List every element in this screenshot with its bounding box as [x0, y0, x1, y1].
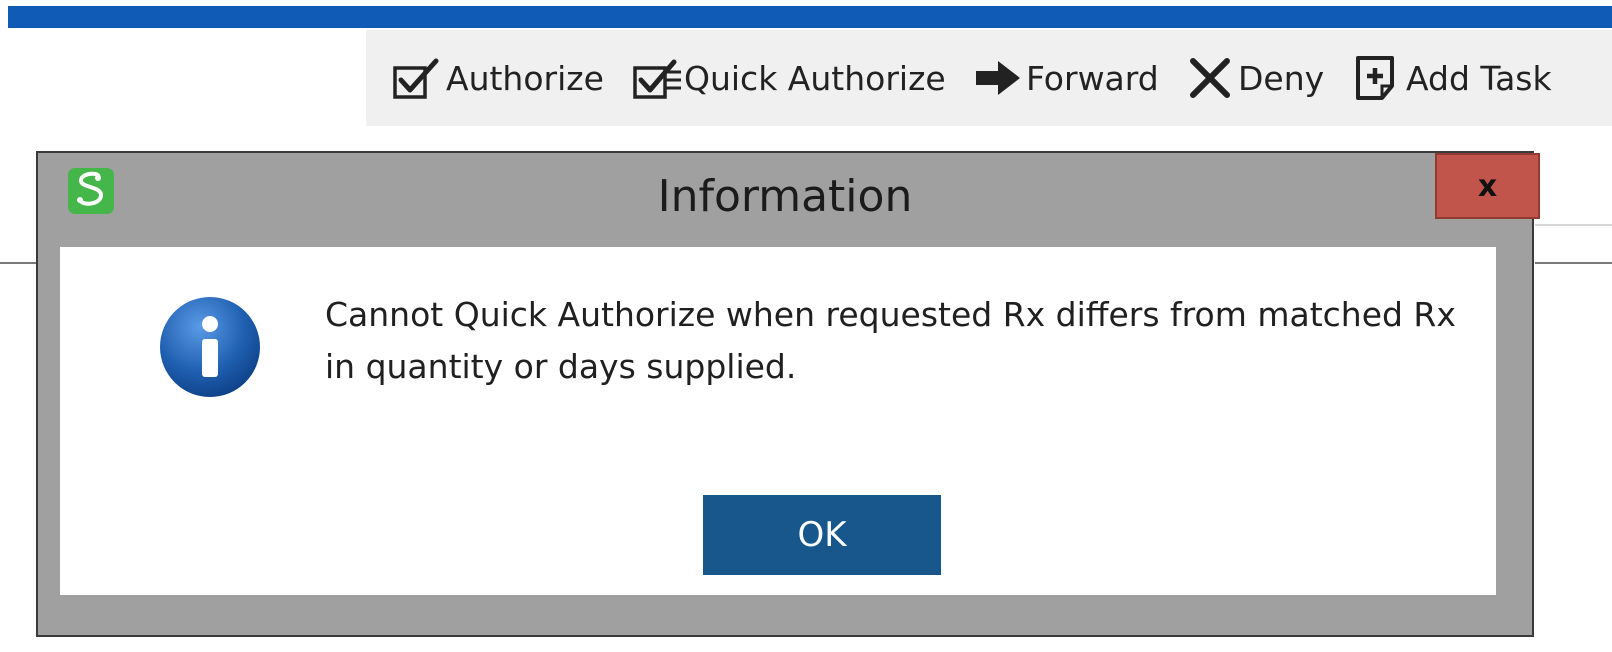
background-divider [0, 262, 36, 264]
authorize-button[interactable]: Authorize [392, 30, 604, 126]
x-icon [1188, 57, 1232, 99]
background-divider [1535, 262, 1612, 264]
deny-label: Deny [1238, 58, 1325, 98]
add-task-label: Add Task [1406, 58, 1552, 98]
info-icon [158, 295, 262, 399]
forward-button[interactable]: Forward [974, 30, 1159, 126]
right-arrow-icon [974, 58, 1022, 98]
information-dialog: Information x Cannot Quick Authorize whe… [36, 151, 1540, 637]
deny-button[interactable]: Deny [1188, 30, 1324, 126]
quick-authorize-label: Quick Authorize [684, 58, 946, 98]
action-toolbar: Authorize Quick Authorize Forward Deny A… [366, 30, 1612, 126]
authorize-label: Authorize [446, 58, 604, 98]
checklist-icon [632, 56, 682, 100]
dialog-message: Cannot Quick Authorize when requested Rx… [325, 295, 1456, 386]
close-button[interactable]: x [1435, 153, 1540, 219]
add-task-button[interactable]: Add Task [1354, 30, 1552, 126]
ok-button[interactable]: OK [703, 495, 941, 575]
forward-label: Forward [1026, 58, 1159, 98]
app-header-bar [8, 6, 1612, 28]
dialog-title: Information [657, 171, 913, 222]
add-task-icon [1354, 54, 1402, 102]
close-icon: x [1477, 168, 1498, 204]
dialog-body: Cannot Quick Authorize when requested Rx… [60, 247, 1496, 595]
checkbox-check-icon [392, 56, 440, 100]
quick-authorize-button[interactable]: Quick Authorize [632, 30, 946, 126]
background-divider [1535, 224, 1612, 226]
